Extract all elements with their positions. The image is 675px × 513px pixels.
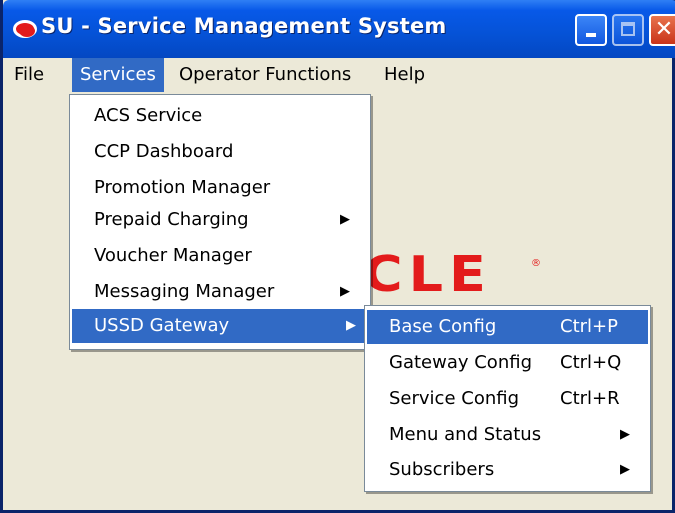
maximize-button[interactable] <box>612 14 644 46</box>
menu-item-label: Gateway Config <box>389 352 532 373</box>
submenu-arrow-icon: ▶ <box>340 212 350 227</box>
menu-shortcut-label: Ctrl+P <box>560 316 618 337</box>
app-window: SU - Service Management System ✕ File Se… <box>0 0 675 513</box>
ussd-gateway-submenu: Base Config Ctrl+P Gateway Config Ctrl+Q… <box>364 305 651 492</box>
submenu-arrow-icon: ▶ <box>620 462 630 477</box>
menu-item-label: Promotion Manager <box>94 177 271 198</box>
menu-item-label: Voucher Manager <box>94 245 252 266</box>
menu-shortcut-label: Ctrl+R <box>560 388 620 409</box>
close-button[interactable]: ✕ <box>649 14 675 46</box>
close-icon: ✕ <box>654 17 674 42</box>
submenu-item-service-config[interactable]: Service Config Ctrl+R <box>367 382 648 416</box>
menu-item-label: Subscribers <box>389 459 495 480</box>
submenu-item-menu-and-status[interactable]: Menu and Status ▶ <box>367 418 648 452</box>
logo-registered-mark: ® <box>531 258 541 269</box>
menu-help[interactable]: Help <box>376 58 433 92</box>
oracle-app-icon[interactable] <box>13 20 37 38</box>
menu-item-label: Messaging Manager <box>94 281 275 302</box>
submenu-item-gateway-config[interactable]: Gateway Config Ctrl+Q <box>367 346 648 380</box>
menu-item-messaging-manager[interactable]: Messaging Manager ▶ <box>72 275 368 309</box>
minimize-button[interactable] <box>575 14 607 46</box>
menu-item-label: Base Config <box>389 316 497 337</box>
submenu-arrow-icon: ▶ <box>340 284 350 299</box>
menu-item-prepaid-charging[interactable]: Prepaid Charging ▶ <box>72 203 368 237</box>
menu-file[interactable]: File <box>6 58 52 92</box>
submenu-item-subscribers[interactable]: Subscribers ▶ <box>367 453 648 487</box>
services-dropdown-menu: ACS Service CCP Dashboard Promotion Mana… <box>69 94 371 350</box>
submenu-arrow-icon: ▶ <box>620 427 630 442</box>
minimize-icon <box>586 33 596 37</box>
menu-item-ccp-dashboard[interactable]: CCP Dashboard <box>72 135 368 169</box>
menu-item-ussd-gateway[interactable]: USSD Gateway ▶ <box>72 309 368 343</box>
menu-item-label: CCP Dashboard <box>94 141 234 162</box>
maximize-icon <box>621 22 635 36</box>
menu-services[interactable]: Services <box>72 58 164 92</box>
title-bar[interactable]: SU - Service Management System ✕ <box>3 0 675 58</box>
menu-item-voucher-manager[interactable]: Voucher Manager <box>72 239 368 273</box>
menu-bar: File Services Operator Functions Help <box>6 58 672 92</box>
submenu-arrow-icon: ▶ <box>346 318 356 333</box>
menu-item-promotion-manager[interactable]: Promotion Manager <box>72 171 368 205</box>
menu-item-label: Menu and Status <box>389 424 542 445</box>
submenu-item-base-config[interactable]: Base Config Ctrl+P <box>367 310 648 344</box>
window-title: SU - Service Management System <box>41 14 447 38</box>
menu-item-label: USSD Gateway <box>94 315 230 336</box>
background-logo-text: CLE <box>363 246 492 303</box>
menu-item-label: Prepaid Charging <box>94 209 249 230</box>
menu-item-label: Service Config <box>389 388 519 409</box>
menu-operator-functions[interactable]: Operator Functions <box>171 58 359 92</box>
menu-item-acs-service[interactable]: ACS Service <box>72 99 368 133</box>
menu-shortcut-label: Ctrl+Q <box>560 352 622 373</box>
menu-item-label: ACS Service <box>94 105 203 126</box>
